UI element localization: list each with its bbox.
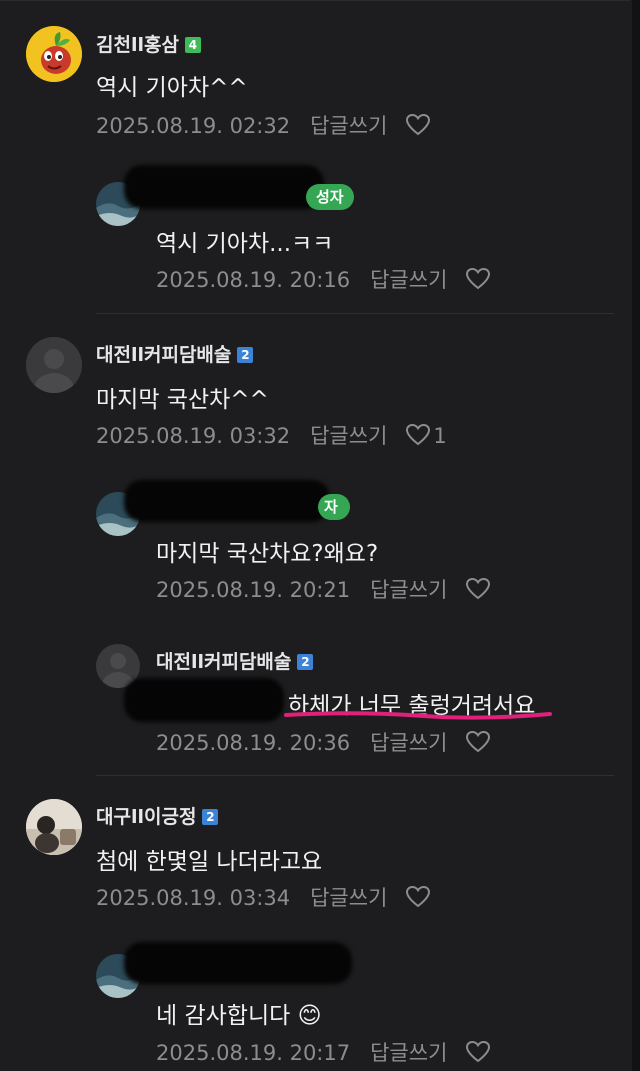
- like-button[interactable]: [405, 113, 431, 142]
- heart-outline-icon: [466, 267, 491, 290]
- comment-author[interactable]: 대전ll커피담배술 2: [96, 340, 254, 367]
- top-divider: [0, 0, 630, 1]
- comment-meta: 2025.08.19. 20:17 답글쓰기: [156, 1037, 491, 1069]
- redacted-author-name: [124, 165, 324, 209]
- comment-meta: 2025.08.19. 02:32 답글쓰기: [96, 110, 431, 142]
- comment-text: 첨에 한몇일 나더라고요: [96, 849, 323, 875]
- comment-date: 2025.08.19. 20:17: [156, 1041, 351, 1065]
- comment-divider: [96, 313, 614, 314]
- reply-button[interactable]: 답글쓰기: [370, 578, 447, 602]
- avatar[interactable]: [26, 26, 82, 82]
- comment-meta: 2025.08.19. 20:16 답글쓰기: [156, 264, 491, 296]
- like-button[interactable]: [465, 1040, 491, 1069]
- highlight-underline: [284, 711, 552, 720]
- comment-meta: 2025.08.19. 20:21 답글쓰기: [156, 574, 491, 606]
- author-name[interactable]: 대전ll커피담배술: [156, 651, 291, 673]
- comment-text: 네 감사합니다 😊: [156, 1003, 322, 1029]
- reply-button[interactable]: 답글쓰기: [370, 731, 447, 755]
- comment-author[interactable]: 김천ll홍삼 4: [96, 30, 201, 57]
- reply-button[interactable]: 답글쓰기: [370, 1041, 447, 1065]
- author-name[interactable]: 김천ll홍삼: [96, 34, 179, 56]
- post-author-badge: 자: [318, 494, 350, 520]
- redacted-author-name: [124, 480, 330, 522]
- heart-outline-icon: [406, 423, 431, 446]
- member-level-badge: 2: [237, 347, 254, 363]
- like-button[interactable]: [405, 885, 431, 914]
- like-button[interactable]: [405, 423, 431, 452]
- reply-button[interactable]: 답글쓰기: [310, 424, 387, 448]
- comment-date: 2025.08.19. 20:21: [156, 578, 351, 602]
- reply-button[interactable]: 답글쓰기: [310, 886, 387, 910]
- redacted-author-name: [124, 942, 352, 984]
- avatar[interactable]: [26, 799, 82, 855]
- like-button[interactable]: [465, 577, 491, 606]
- comment-text: 역시 기아차...ㅋㅋ: [156, 231, 334, 257]
- heart-outline-icon: [466, 1040, 491, 1063]
- screen-edge: [632, 0, 640, 1071]
- author-name[interactable]: 대구ll이긍정: [96, 806, 196, 828]
- comment-date: 2025.08.19. 03:32: [96, 424, 291, 448]
- comment-date: 2025.08.19. 03:34: [96, 886, 291, 910]
- comment-meta: 2025.08.19. 20:36 답글쓰기: [156, 727, 491, 759]
- comment-date: 2025.08.19. 20:36: [156, 731, 351, 755]
- ginseng-mascot-avatar-icon: [26, 26, 82, 82]
- avatar[interactable]: [26, 337, 82, 393]
- author-name[interactable]: 대전ll커피담배술: [96, 344, 231, 366]
- member-level-badge: 2: [202, 809, 219, 825]
- heart-outline-icon: [406, 885, 431, 908]
- redacted-mention: [124, 678, 284, 722]
- reply-button[interactable]: 답글쓰기: [370, 268, 447, 292]
- member-level-badge: 4: [184, 37, 201, 53]
- heart-outline-icon: [466, 577, 491, 600]
- reply-button[interactable]: 답글쓰기: [310, 114, 387, 138]
- comment-author[interactable]: 대구ll이긍정 2: [96, 802, 219, 829]
- comment-date: 2025.08.19. 02:32: [96, 114, 291, 138]
- comment-author[interactable]: 대전ll커피담배술 2: [156, 647, 314, 674]
- heart-outline-icon: [466, 730, 491, 753]
- like-button[interactable]: [465, 267, 491, 296]
- comment-date: 2025.08.19. 20:16: [156, 268, 351, 292]
- like-count: 1: [433, 424, 447, 448]
- like-button[interactable]: [465, 730, 491, 759]
- default-profile-icon: [26, 337, 82, 393]
- comment-text: 마지막 국산차요?왜요?: [156, 541, 379, 567]
- member-level-badge: 2: [297, 654, 314, 670]
- comment-text: 마지막 국산차^^: [96, 387, 269, 413]
- comment-text: 역시 기아차^^: [96, 75, 248, 101]
- comment-meta: 2025.08.19. 03:34 답글쓰기: [96, 882, 431, 914]
- comment-meta: 2025.08.19. 03:32 답글쓰기 1: [96, 420, 447, 452]
- post-author-badge: 성자: [306, 184, 354, 210]
- photo-avatar-icon: [26, 799, 82, 855]
- comment-divider: [96, 775, 614, 776]
- heart-outline-icon: [406, 113, 431, 136]
